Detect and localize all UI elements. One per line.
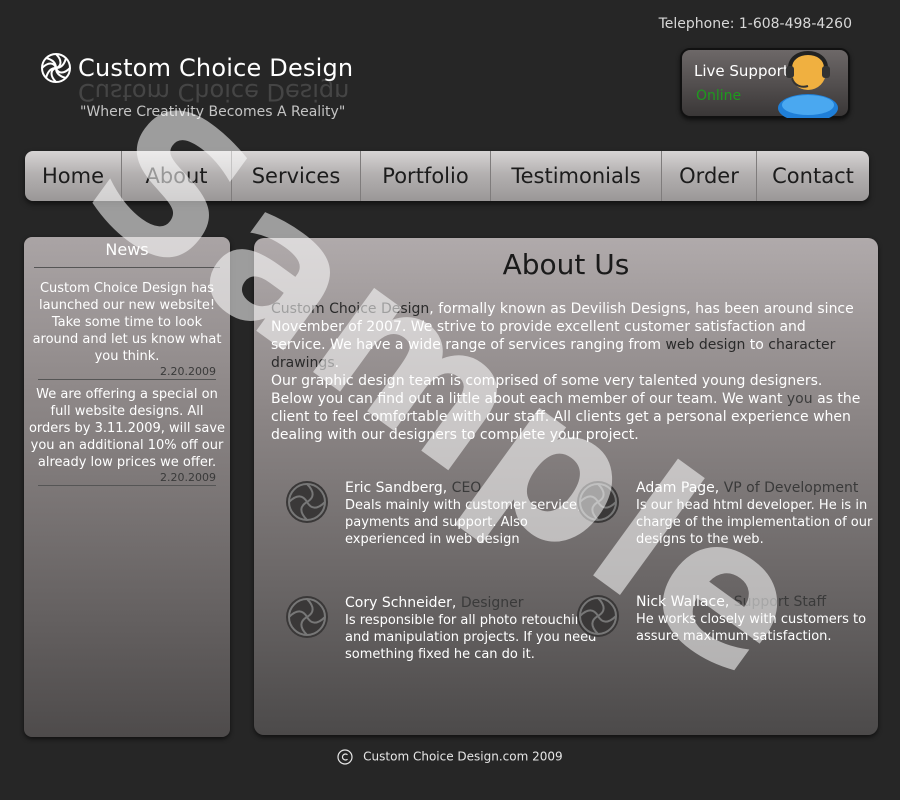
divider [34,267,220,268]
logo-reflection: Custom Choice Design [78,78,350,106]
news-date: 2.20.2009 [160,471,216,484]
aperture-icon [577,595,619,637]
copyright-icon [337,749,353,765]
aperture-icon [286,596,328,638]
news-date: 2.20.2009 [160,365,216,378]
page-title: About Us [502,248,630,281]
web-design-link[interactable]: web design [665,337,745,353]
main-nav: Home About Services Portfolio Testimonia… [25,151,869,201]
member-name: Nick Wallace, Support Staff [636,594,827,610]
about-panel: About Us Custom Choice Design, formally … [254,238,878,735]
member-role: Support Staff [733,594,827,610]
news-body: Custom Choice Design has launched our ne… [32,281,222,364]
divider [38,485,216,486]
support-status: Online [696,88,742,104]
nav-services[interactable]: Services [232,151,361,201]
member-role: CEO [451,480,482,496]
member-role: VP of Development [723,480,859,496]
news-item: Custom Choice Design has launched our ne… [24,280,230,380]
aperture-logo-icon [41,53,71,83]
team-member: Eric Sandberg, CEO Deals mainly with cus… [286,480,605,548]
support-agent-icon [778,51,838,118]
phone-number: Telephone: 1-608-498-4260 [658,16,852,32]
aperture-icon [286,481,328,523]
paragraph-text: . [334,355,340,371]
member-description: Deals mainly with customer service, paym… [345,498,582,547]
nav-testimonials[interactable]: Testimonials [491,151,662,201]
footer: Custom Choice Design.com 2009 [0,749,900,765]
logo[interactable]: Custom Choice Design Custom Choice Desig… [40,52,353,106]
about-paragraph-2: Our graphic design team is comprised of … [271,372,861,444]
company-link[interactable]: Custom Choice Design [271,301,429,317]
team-member: Nick Wallace, Support Staff He works clo… [577,594,896,645]
member-description: Is responsible for all photo retouching … [345,613,597,662]
news-body: We are offering a special on full websit… [28,387,226,470]
member-name: Adam Page, VP of Development [636,480,859,496]
divider [38,379,216,380]
member-description: Is our head html developer. He is in cha… [636,498,873,547]
nav-contact[interactable]: Contact [757,151,869,201]
member-description: He works closely with customers to assur… [636,612,867,644]
paragraph-text: to [745,337,769,353]
tagline: "Where Creativity Becomes A Reality" [80,104,346,120]
nav-portfolio[interactable]: Portfolio [361,151,491,201]
news-panel: News Custom Choice Design has launched o… [24,237,230,737]
about-paragraph-1: Custom Choice Design, formally known as … [271,300,861,372]
nav-about[interactable]: About [122,151,232,201]
team-member: Adam Page, VP of Development Is our head… [577,480,896,548]
nav-order[interactable]: Order [662,151,757,201]
member-name: Eric Sandberg, CEO [345,480,482,496]
team-member: Cory Schneider, Designer Is responsible … [286,595,605,663]
paragraph-text: Our graphic design team is comprised of … [271,373,823,407]
nav-home[interactable]: Home [25,151,122,201]
emphasis-you: you [786,391,813,407]
footer-text: Custom Choice Design.com 2009 [363,749,563,764]
member-name: Cory Schneider, Designer [345,595,524,611]
news-title: News [105,240,149,259]
member-role: Designer [460,595,524,611]
news-item: We are offering a special on full websit… [24,386,230,486]
aperture-icon [577,481,619,523]
live-support-widget[interactable]: Live Support Online [680,48,850,118]
